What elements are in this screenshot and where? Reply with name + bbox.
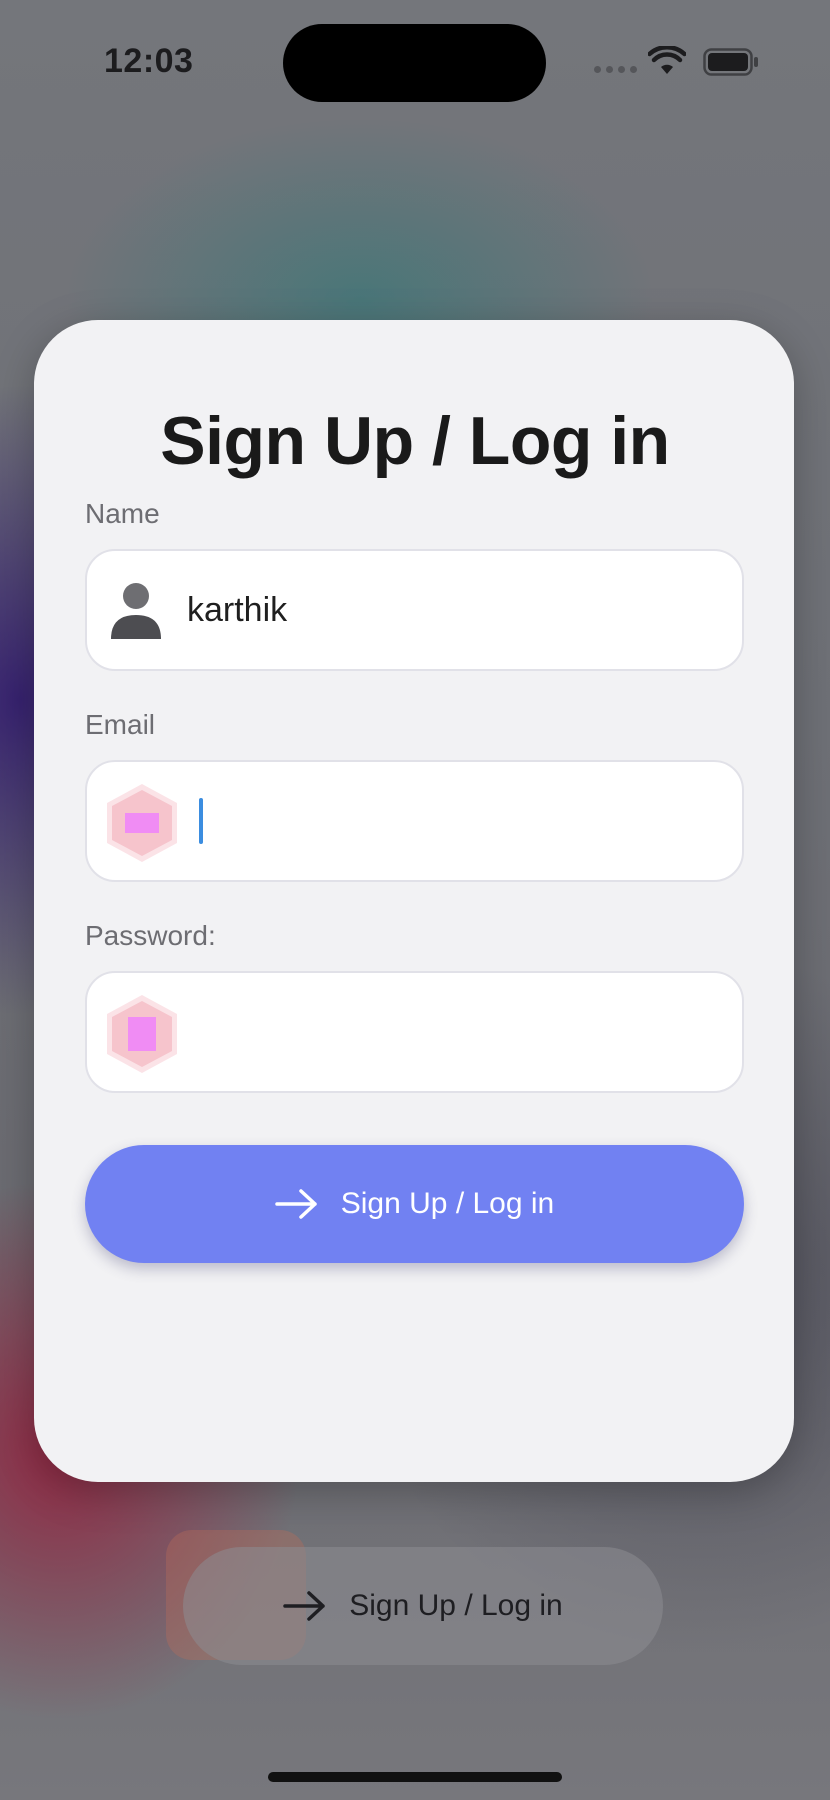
person-icon <box>111 583 161 639</box>
arrow-right-icon <box>283 1591 325 1621</box>
signup-card <box>34 320 794 1482</box>
signal-dots-icon <box>594 66 637 73</box>
password-field[interactable] <box>85 971 744 1093</box>
background-signup-login-button: Sign Up / Log in <box>183 1547 663 1665</box>
status-time: 12:03 <box>104 42 194 80</box>
signup-login-button-label: Sign Up / Log in <box>340 1187 555 1220</box>
page-title: Sign Up / Log in <box>160 403 670 479</box>
home-indicator[interactable] <box>268 1772 562 1782</box>
name-field[interactable]: karthik <box>85 549 744 671</box>
battery-icon <box>703 48 758 76</box>
email-label: Email <box>85 709 156 740</box>
text-caret <box>199 798 203 844</box>
wifi-icon <box>648 46 686 74</box>
arrow-right-icon <box>275 1189 317 1219</box>
hexagon-placeholder-icon <box>107 995 177 1073</box>
password-label: Password: <box>85 920 216 951</box>
name-label: Name <box>85 498 160 529</box>
dynamic-island <box>283 24 546 102</box>
name-value: karthik <box>187 591 288 629</box>
background-button-label: Sign Up / Log in <box>349 1589 563 1622</box>
email-field[interactable] <box>85 760 744 882</box>
signup-login-button[interactable]: Sign Up / Log in <box>85 1145 744 1263</box>
hexagon-placeholder-icon <box>107 784 177 862</box>
